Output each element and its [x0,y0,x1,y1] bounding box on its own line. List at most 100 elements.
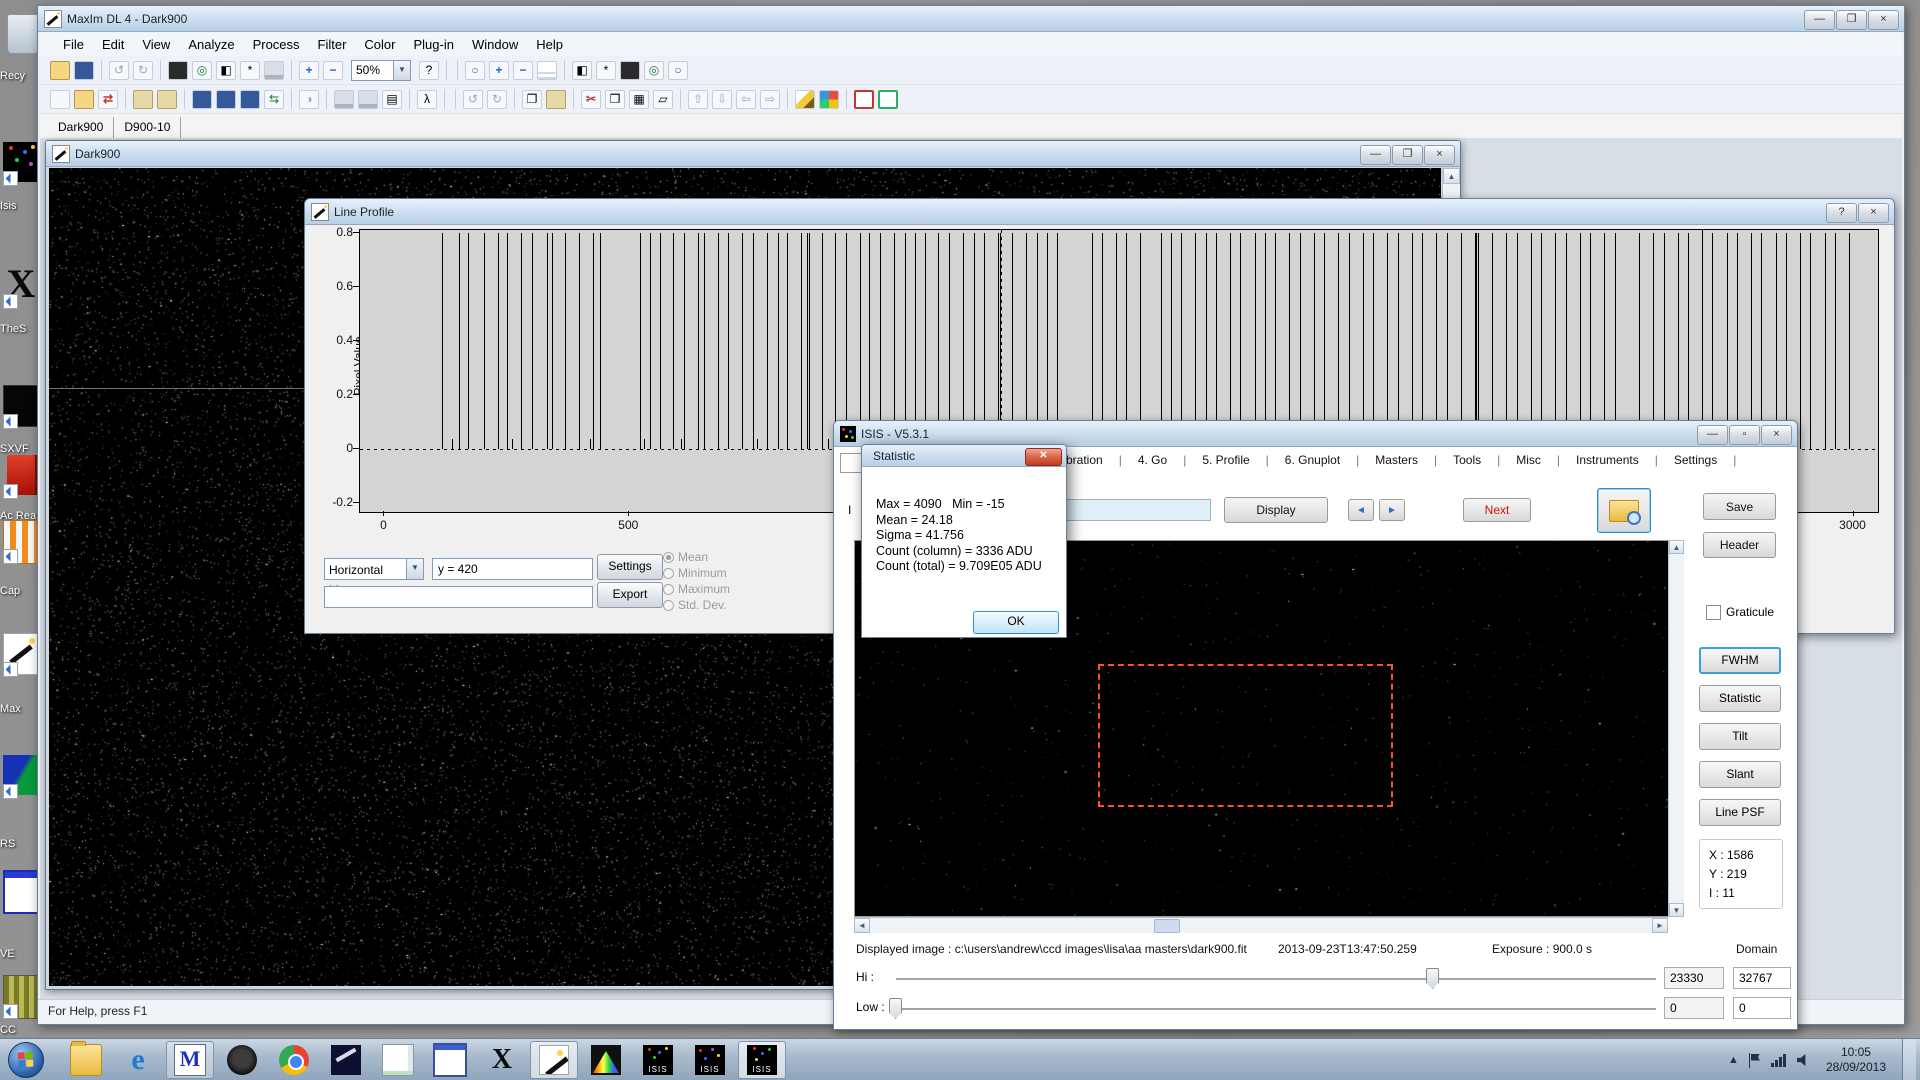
import-icon[interactable] [133,90,153,109]
selection-rectangle[interactable] [1098,664,1393,807]
redo-alt-icon[interactable]: ↻ [487,90,507,109]
settings-button[interactable]: Settings [597,554,663,580]
scrollbar-thumb[interactable] [1154,919,1180,933]
graticule-checkbox[interactable] [1706,605,1721,620]
isis-tool-button[interactable]: Line PSF [1699,799,1781,826]
menu-item[interactable]: Edit [93,34,133,55]
isis-tool-button[interactable]: FWHM [1699,647,1781,674]
next-image-button[interactable]: ► [1379,499,1405,521]
taskbar-item-isis-1[interactable]: ISIS [634,1041,682,1079]
display-settings-icon[interactable] [264,61,284,80]
zoom-out-icon[interactable]: − [323,61,343,80]
taskbar-item-spectrum-app[interactable] [582,1041,630,1079]
help-button[interactable]: ? [1826,203,1857,223]
hi-slider-thumb[interactable] [1426,968,1439,989]
settings-gear-icon[interactable] [819,90,839,109]
menu-item[interactable]: Help [527,34,572,55]
taskbar-item-window-app[interactable] [426,1041,474,1079]
isis-tab[interactable]: Settings [1674,453,1752,467]
zoom-out-alt-icon[interactable]: − [513,61,533,80]
taskbar-item-chrome[interactable] [270,1041,318,1079]
scroll-up-icon[interactable]: ▲ [1669,540,1684,554]
low-domain-input[interactable]: 0 [1733,997,1791,1019]
pin-icon[interactable]: ◧ [216,61,236,80]
screen-stretch-icon[interactable] [168,61,188,80]
taskbar-item-m-app[interactable]: M [166,1041,214,1079]
menu-item[interactable]: File [54,34,93,55]
grid-red-icon[interactable] [854,90,874,109]
export-button[interactable]: Export [597,582,663,608]
taskbar-item-explorer[interactable] [62,1041,110,1079]
minimize-button[interactable]: — [1804,10,1835,30]
minimize-button[interactable]: — [1360,145,1391,165]
nav-up-icon[interactable]: ⇧ [688,90,708,109]
save-file-icon[interactable] [192,90,212,109]
image-icon[interactable] [620,61,640,80]
scroll-left-icon[interactable]: ◄ [854,918,870,933]
taskbar-item-eyepiece-app[interactable] [218,1041,266,1079]
export-path-field[interactable] [324,586,593,608]
print-preview-icon[interactable] [334,90,354,109]
undo-alt-icon[interactable]: ↺ [463,90,483,109]
hi-slider-track[interactable] [896,978,1656,980]
taskbar-item-maxim-dl[interactable] [530,1041,578,1079]
radio-option[interactable]: Mean [662,549,772,565]
isis-tab[interactable]: Masters [1375,453,1453,467]
isis-tool-button[interactable]: Statistic [1699,685,1781,712]
scroll-right-icon[interactable]: ► [1652,918,1668,933]
isis-tool-button[interactable]: Tilt [1699,723,1781,750]
menu-item[interactable]: Process [244,34,309,55]
redo-icon[interactable]: ↻ [133,61,153,80]
isis-tab[interactable]: 5. Profile [1202,453,1284,467]
nav-down-icon[interactable]: ⇩ [712,90,732,109]
edit-note-icon[interactable]: ▱ [653,90,673,109]
isis-tab[interactable]: Instruments [1576,453,1674,467]
grid-green-icon[interactable] [878,90,898,109]
taskbar-item-planetarium[interactable] [322,1041,370,1079]
batch-convert-icon[interactable]: ⇆ [264,90,284,109]
isis-tab[interactable]: 4. Go [1138,453,1202,467]
hi-domain-input[interactable]: 32767 [1733,967,1791,989]
close-button[interactable]: × [1858,203,1889,223]
taskbar-item-isis-2[interactable]: ISIS [686,1041,734,1079]
cut-icon[interactable]: ✂ [581,90,601,109]
image-horizontal-scrollbar[interactable]: ◄ ► [854,917,1668,933]
radio-option[interactable]: Std. Dev. [662,597,772,613]
menu-item[interactable]: Window [463,34,527,55]
image-vertical-scrollbar[interactable]: ▲ ▼ [1668,540,1684,917]
isis-tab[interactable]: Tools [1453,453,1516,467]
open-icon[interactable] [50,61,70,80]
taskbar-item-x-app[interactable]: X [478,1041,526,1079]
link-files-icon[interactable]: ⇄ [98,90,118,109]
isis-tab[interactable]: Misc [1516,453,1576,467]
scroll-down-icon[interactable]: ▼ [1669,903,1684,917]
close-button[interactable]: × [1868,10,1899,30]
line-profile-titlebar[interactable]: Line Profile ? × [305,199,1894,225]
document-tab[interactable]: Dark900 [48,117,114,138]
isis-tab[interactable]: bration [1066,453,1138,467]
zoom-level-combo[interactable]: 50% ▼ [351,60,411,81]
zoom-in-icon[interactable]: + [299,61,319,80]
previous-image-button[interactable]: ◄ [1348,499,1374,521]
line-position-field[interactable]: y = 420 [432,558,593,580]
chevron-down-icon[interactable]: ▼ [393,61,410,80]
menu-item[interactable]: View [133,34,179,55]
zoom-in-alt-icon[interactable]: + [489,61,509,80]
restore-button[interactable]: ❐ [1836,10,1867,30]
duplicate-icon[interactable] [157,90,177,109]
screen-zoom-icon[interactable]: ○ [668,61,688,80]
undo-icon[interactable]: ↺ [109,61,129,80]
save-as-icon[interactable] [216,90,236,109]
menu-item[interactable]: Color [355,34,404,55]
crosshair-icon[interactable]: ◎ [192,61,212,80]
line-type-combo[interactable]: Horizontal Line ▼ [324,558,424,580]
telescope-alt-icon[interactable]: * [596,61,616,80]
close-icon[interactable]: ✕ [1025,448,1062,466]
pie-icon[interactable]: ◑ [299,90,319,109]
menu-item[interactable]: Analyze [179,34,243,55]
magnifier-icon[interactable]: ○ [465,61,485,80]
open-file-icon[interactable] [74,90,94,109]
paste-icon[interactable] [546,90,566,109]
tile-windows-icon[interactable]: ▦ [629,90,649,109]
radio-option[interactable]: Minimum [662,565,772,581]
